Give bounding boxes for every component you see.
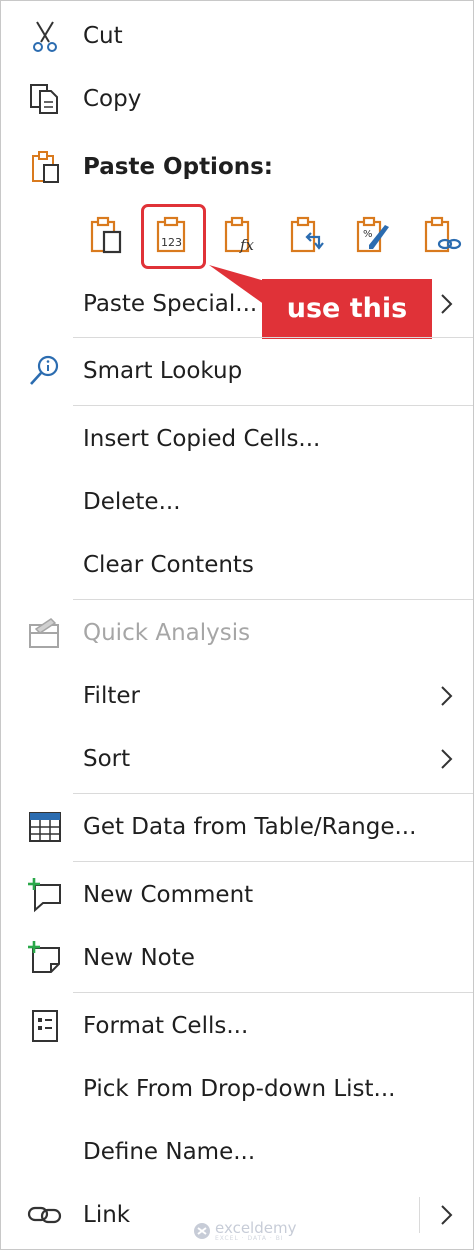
chevron-right-icon (441, 686, 453, 706)
menu-separator (73, 793, 473, 794)
format-cells-icon (32, 1010, 58, 1042)
copy-icon (30, 84, 58, 114)
paste-formulas-icon: fx (224, 216, 255, 254)
paste-values-highlight (141, 204, 206, 269)
menu-item-smart-lookup[interactable]: Smart Lookup (1, 341, 473, 401)
chevron-right-icon (441, 1205, 453, 1225)
clipboard-icon (32, 151, 59, 183)
menu-item-pick-from-list[interactable]: Pick From Drop-down List... (1, 1059, 473, 1119)
paste-link-icon (424, 216, 462, 253)
menu-item-copy[interactable]: Copy (1, 69, 473, 129)
callout-pointer (209, 265, 265, 305)
menu-separator (73, 405, 473, 406)
watermark-subtext: EXCEL · DATA · BI (215, 1235, 284, 1242)
exceldemy-logo-icon (194, 1223, 210, 1239)
new-comment-icon (28, 878, 61, 913)
menu-item-label: Insert Copied Cells... (83, 426, 321, 452)
menu-item-label: Define Name... (83, 1139, 256, 1165)
chevron-right-icon (441, 749, 453, 769)
chevron-right-icon (441, 294, 453, 314)
menu-item-label: Get Data from Table/Range... (83, 814, 417, 840)
menu-separator (73, 861, 473, 862)
scissors-icon (33, 21, 57, 52)
menu-item-label: Delete... (83, 489, 181, 515)
menu-item-insert-copied-cells[interactable]: Insert Copied Cells... (1, 409, 473, 469)
submenu-divider (419, 1197, 420, 1233)
menu-item-get-data[interactable]: Get Data from Table/Range... (1, 797, 473, 857)
menu-item-filter[interactable]: Filter (1, 666, 473, 726)
menu-item-label: Link (83, 1202, 131, 1228)
menu-item-label: Sort (83, 746, 131, 772)
menu-item-label: Quick Analysis (83, 620, 251, 646)
menu-item-label: Filter (83, 683, 140, 709)
new-note-icon (28, 941, 60, 973)
paste-formatting-icon: % (356, 216, 389, 253)
menu-item-quick-analysis: Quick Analysis (1, 603, 473, 663)
paste-options-header: Paste Options: (1, 137, 473, 197)
paste-button[interactable] (83, 207, 131, 263)
svg-text:%: % (363, 229, 373, 240)
menu-item-format-cells[interactable]: Format Cells... (1, 996, 473, 1056)
menu-separator (73, 599, 473, 600)
menu-item-sort[interactable]: Sort (1, 729, 473, 789)
watermark: exceldemy EXCEL · DATA · BI (189, 1219, 299, 1245)
paste-options-label: Paste Options: (83, 154, 274, 180)
menu-item-label: Clear Contents (83, 552, 254, 578)
menu-item-label: Cut (83, 23, 123, 49)
callout-label: use this (262, 279, 432, 339)
quick-analysis-icon (29, 618, 59, 648)
paste-options-row: 123 fx % (83, 207, 463, 263)
menu-item-cut[interactable]: Cut (1, 6, 473, 66)
menu-item-define-name[interactable]: Define Name... (1, 1122, 473, 1182)
paste-link-button[interactable] (417, 207, 465, 263)
menu-item-label: New Note (83, 945, 195, 971)
menu-item-label: Format Cells... (83, 1013, 249, 1039)
menu-item-new-note[interactable]: New Note (1, 928, 473, 988)
table-icon (29, 812, 61, 842)
menu-item-label: Copy (83, 86, 142, 112)
smart-lookup-icon (30, 355, 59, 385)
paste-transpose-icon (290, 216, 324, 253)
menu-item-new-comment[interactable]: New Comment (1, 865, 473, 925)
menu-item-label: Smart Lookup (83, 358, 243, 384)
svg-text:fx: fx (239, 236, 255, 254)
menu-separator (73, 992, 473, 993)
menu-item-label: Pick From Drop-down List... (83, 1076, 396, 1102)
menu-item-label: New Comment (83, 882, 254, 908)
paste-formulas-button[interactable]: fx (217, 207, 265, 263)
link-icon (27, 1206, 62, 1224)
paste-icon (90, 216, 122, 254)
context-menu: Cut Copy Paste Options: 123 fx % Paste S… (0, 0, 474, 1250)
menu-item-clear-contents[interactable]: Clear Contents (1, 535, 473, 595)
menu-item-delete[interactable]: Delete... (1, 472, 473, 532)
paste-transpose-button[interactable] (283, 207, 331, 263)
menu-separator (73, 337, 473, 338)
paste-formatting-button[interactable]: % (349, 207, 397, 263)
